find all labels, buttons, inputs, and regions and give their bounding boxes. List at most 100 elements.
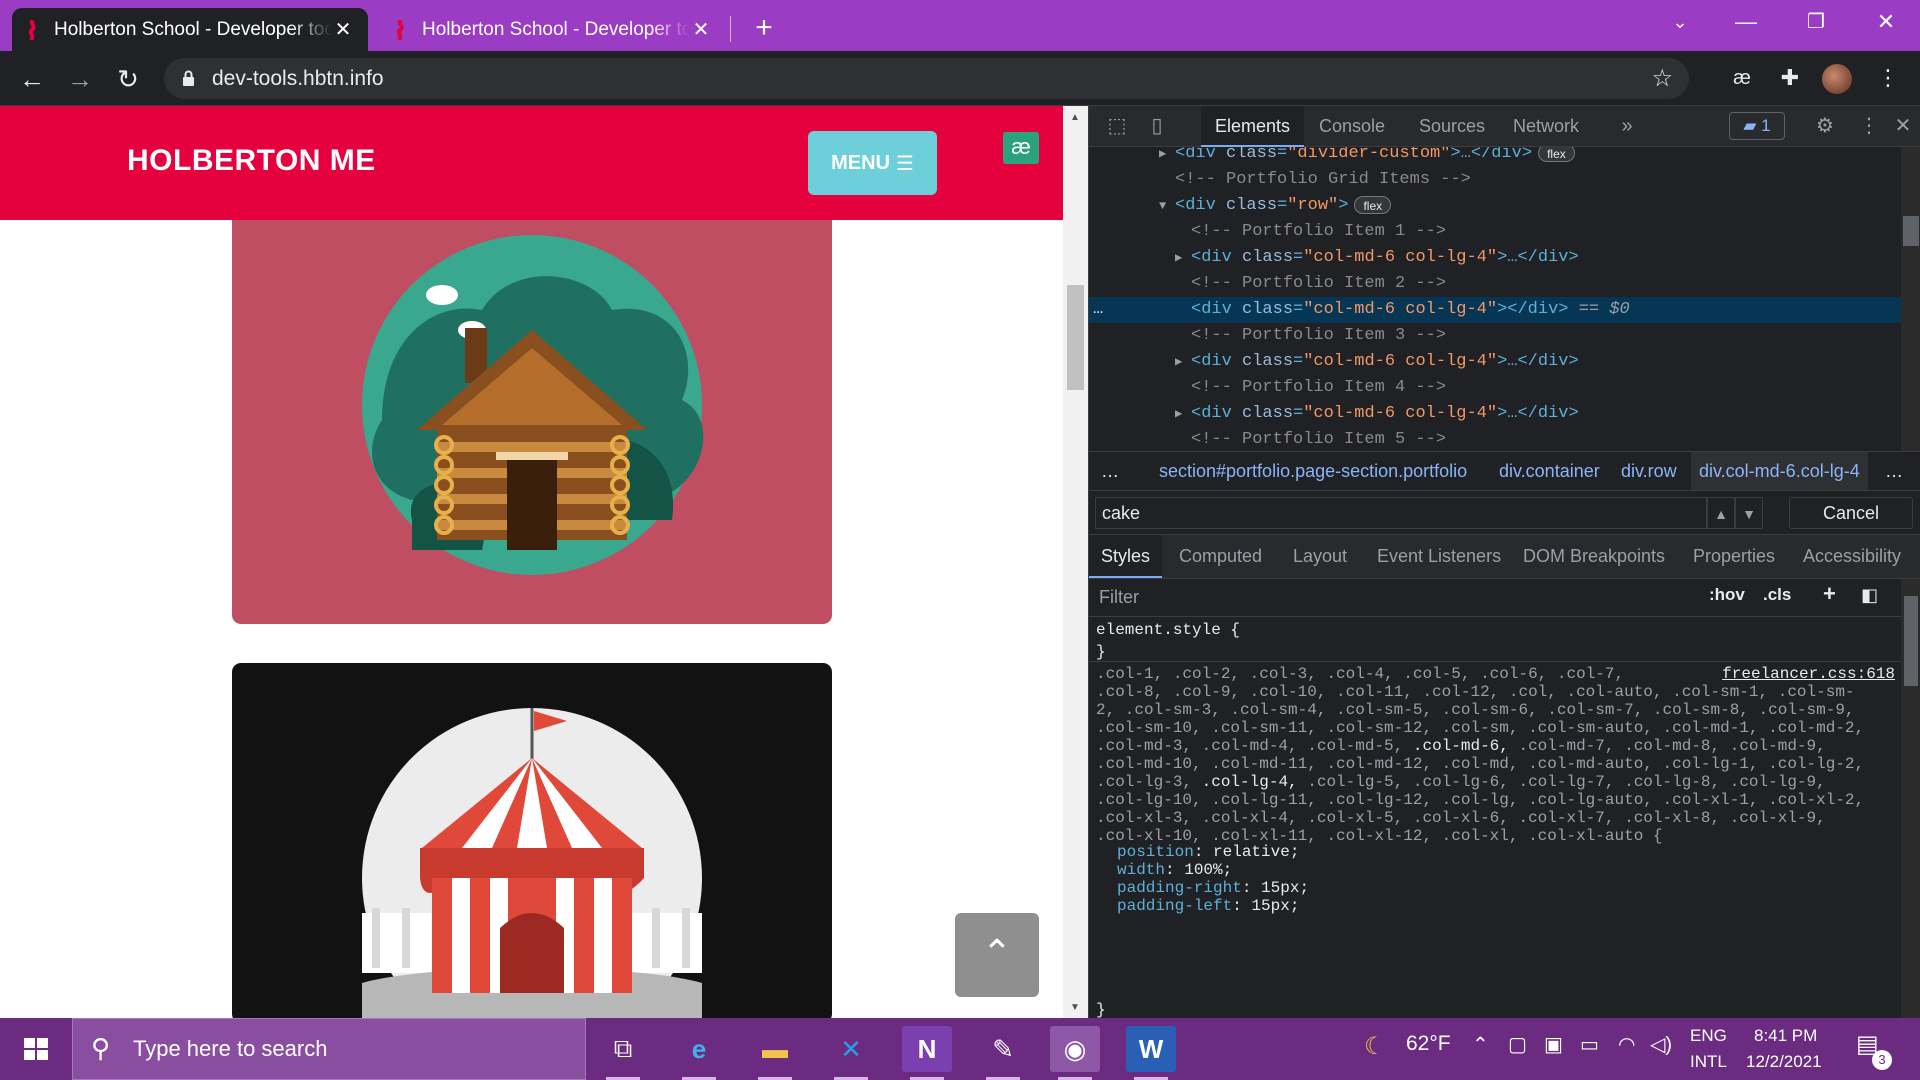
dom-element-node[interactable]: ▶ <div class="col-md-6 col-lg-4">…</div> [1089, 349, 1901, 375]
search-cancel-button[interactable]: Cancel [1789, 497, 1913, 529]
chrome-icon[interactable]: ◉ [1050, 1026, 1100, 1080]
tab-elements[interactable]: Elements [1201, 106, 1305, 147]
browser-tab-2[interactable]: Holberton School - Developer tools ✕ [380, 8, 726, 51]
style-declaration[interactable]: padding-left: 15px; [1117, 897, 1299, 915]
volume-icon[interactable]: ◁) [1650, 1032, 1672, 1057]
subtab-layout[interactable]: Layout [1293, 535, 1347, 578]
style-declaration[interactable]: padding-right: 15px; [1117, 879, 1309, 897]
node-actions-ellipsis-icon[interactable]: … [1093, 297, 1103, 323]
style-declaration[interactable]: width: 100%; [1117, 861, 1232, 879]
portfolio-item-cabin[interactable] [232, 220, 832, 624]
breadcrumb-more-icon[interactable]: … [1885, 452, 1903, 490]
styles-scrollbar-thumb[interactable] [1904, 596, 1918, 686]
dom-comment-node[interactable]: <!-- Portfolio Item 1 --> [1089, 219, 1901, 245]
weather-moon-icon[interactable]: ☾ [1364, 1032, 1386, 1061]
tab-search-chevron-icon[interactable]: ⌄ [1652, 4, 1708, 40]
taskbar-search-box[interactable]: ⚲ Type here to search [72, 1018, 586, 1080]
dom-element-node[interactable]: ▼ <div class="row"> flex [1089, 193, 1901, 219]
more-tabs-chevron-icon[interactable]: » [1613, 112, 1641, 140]
address-bar[interactable]: dev-tools.hbtn.info ☆ [164, 58, 1689, 99]
subtab-dom-breakpoints[interactable]: DOM Breakpoints [1523, 535, 1665, 578]
breadcrumb-selected[interactable]: div.col-md-6.col-lg-4 [1691, 452, 1868, 490]
new-style-rule-plus-icon[interactable]: + [1823, 581, 1836, 607]
new-tab-plus-icon[interactable]: + [744, 10, 784, 46]
bookmark-star-icon[interactable]: ☆ [1651, 64, 1673, 93]
ae-extension-icon[interactable]: æ [1724, 60, 1760, 96]
word-icon[interactable]: W [1126, 1026, 1176, 1080]
tab-2-close-icon[interactable]: ✕ [690, 19, 712, 41]
devtools-close-icon[interactable]: ✕ [1889, 112, 1917, 140]
tray-app-icon[interactable]: ▣ [1544, 1032, 1563, 1057]
reload-icon[interactable]: ↻ [110, 61, 146, 97]
portfolio-item-circus[interactable] [232, 663, 832, 1018]
toggle-sidebar-icon[interactable]: ◧ [1861, 585, 1878, 606]
profile-avatar[interactable] [1822, 64, 1852, 94]
breadcrumb-container[interactable]: div.container [1499, 452, 1600, 490]
page-scrollbar[interactable] [1063, 106, 1088, 1018]
property-name[interactable]: padding-right [1117, 879, 1242, 897]
site-brand[interactable]: HOLBERTON ME [127, 144, 376, 178]
subtab-styles[interactable]: Styles [1089, 535, 1163, 578]
battery-icon[interactable]: ▭ [1580, 1032, 1599, 1057]
subtab-accessibility[interactable]: Accessibility [1803, 535, 1901, 578]
onenote-icon[interactable]: N [902, 1026, 952, 1080]
dom-element-node[interactable]: ▶ <div class="col-md-6 col-lg-4">…</div> [1089, 245, 1901, 271]
expand-triangle-icon[interactable]: ▶ [1159, 147, 1175, 167]
window-close-icon[interactable]: ✕ [1858, 4, 1914, 40]
dom-element-node[interactable]: ▶ <div class="col-md-6 col-lg-4">…</div> [1089, 401, 1901, 427]
subtab-event-listeners[interactable]: Event Listeners [1377, 535, 1501, 578]
dom-element-node[interactable]: ▶ <div class="divider-custom">…</div> flex [1089, 147, 1901, 167]
expand-triangle-icon[interactable]: ▶ [1175, 245, 1191, 271]
dom-comment-node[interactable]: <!-- Portfolio Item 4 --> [1089, 375, 1901, 401]
file-explorer-icon[interactable]: ▬ [750, 1026, 800, 1080]
browser-tab-1[interactable]: Holberton School - Developer tools ✕ [12, 8, 368, 51]
menu-button[interactable]: MENU ☰ [808, 131, 937, 195]
property-value[interactable]: : 100%; [1165, 861, 1232, 879]
issues-counter-button[interactable]: ▰ 1 [1729, 112, 1785, 140]
dom-comment-node[interactable]: <!-- Portfolio Item 3 --> [1089, 323, 1901, 349]
restore-icon[interactable]: ❐ [1788, 4, 1844, 40]
edge-icon[interactable]: e [674, 1026, 724, 1080]
tab-network[interactable]: Network [1499, 106, 1593, 147]
dom-tree[interactable]: ▶ <div class="divider-custom">…</div> flex… [1089, 147, 1901, 451]
hov-toggle[interactable]: :hov [1709, 585, 1745, 605]
tab-1-close-icon[interactable]: ✕ [332, 19, 354, 41]
wifi-icon[interactable]: ◠ [1618, 1032, 1635, 1057]
property-name[interactable]: width [1117, 861, 1165, 879]
device-toolbar-icon[interactable]: ▯ [1143, 112, 1171, 140]
scroll-up-arrow-icon[interactable]: ▲ [1066, 112, 1084, 123]
breadcrumb-overflow[interactable]: … [1101, 452, 1119, 490]
language-code[interactable]: ENG [1690, 1026, 1727, 1046]
keyboard-layout[interactable]: INTL [1690, 1052, 1727, 1072]
search-prev-icon[interactable]: ▲ [1707, 497, 1735, 529]
breadcrumb-section[interactable]: section#portfolio.page-section.portfolio [1159, 452, 1467, 490]
settings-gear-icon[interactable]: ⚙ [1811, 112, 1839, 140]
dom-comment-node[interactable]: <!-- Portfolio Grid Items --> [1089, 167, 1901, 193]
property-name[interactable]: padding-left [1117, 897, 1232, 915]
windows-start-icon[interactable] [0, 1018, 72, 1080]
page-scrollbar-thumb[interactable] [1067, 285, 1084, 390]
back-arrow-icon[interactable]: ← [14, 61, 50, 97]
devtools-menu-kebab-icon[interactable]: ⋮ [1855, 112, 1883, 140]
snip-sketch-icon[interactable]: ✎ [978, 1026, 1028, 1080]
property-name[interactable]: position [1117, 843, 1194, 861]
forward-arrow-icon[interactable]: → [62, 61, 98, 97]
element-style-open[interactable]: element.style { [1096, 619, 1240, 641]
property-value[interactable]: : relative; [1194, 843, 1300, 861]
weather-temperature[interactable]: 62°F [1406, 1032, 1451, 1056]
breadcrumb-row[interactable]: div.row [1621, 452, 1677, 490]
extensions-puzzle-icon[interactable]: ✚ [1772, 60, 1808, 96]
inspect-element-icon[interactable]: ⬚ [1103, 112, 1131, 140]
browser-menu-kebab-icon[interactable]: ⋮ [1870, 60, 1906, 96]
dom-tree-scrollbar-thumb[interactable] [1903, 216, 1919, 246]
styles-filter-input[interactable]: Filter [1099, 587, 1139, 608]
search-next-icon[interactable]: ▼ [1735, 497, 1763, 529]
minimize-icon[interactable]: — [1718, 4, 1774, 40]
property-value[interactable]: : 15px; [1232, 897, 1299, 915]
dom-comment-node[interactable]: <!-- Portfolio Item 5 --> [1089, 427, 1901, 451]
scroll-to-top-button[interactable]: ⌃ [955, 913, 1039, 997]
expand-triangle-icon[interactable]: ▶ [1175, 401, 1191, 427]
dom-tree-scrollbar[interactable] [1901, 147, 1920, 451]
property-value[interactable]: : 15px; [1242, 879, 1309, 897]
dom-comment-node[interactable]: <!-- Portfolio Item 2 --> [1089, 271, 1901, 297]
